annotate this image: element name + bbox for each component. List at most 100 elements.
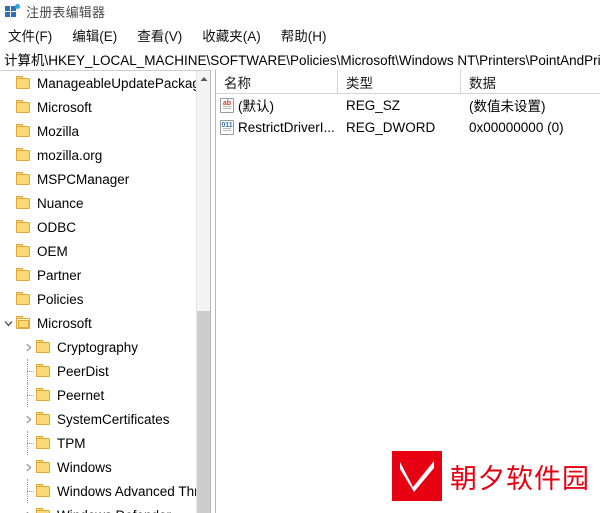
tree-indent-spacer bbox=[0, 143, 16, 167]
menu-favorites[interactable]: 收藏夹(A) bbox=[202, 25, 261, 45]
folder-icon bbox=[16, 244, 32, 258]
folder-icon bbox=[16, 268, 32, 282]
tree-indent-spacer bbox=[0, 335, 20, 359]
menu-edit[interactable]: 编辑(E) bbox=[72, 25, 117, 45]
tree-node-oem[interactable]: OEM bbox=[0, 239, 196, 263]
tree-node-label: Windows Defender bbox=[57, 508, 173, 513]
tree-node-microsoft[interactable]: Microsoft bbox=[0, 95, 196, 119]
tree-indent-spacer bbox=[0, 383, 20, 407]
folder-icon bbox=[36, 388, 52, 402]
tree-node-tpm[interactable]: TPM bbox=[0, 431, 196, 455]
folder-icon bbox=[16, 196, 32, 210]
value-data-cell: 0x00000000 (0) bbox=[469, 119, 564, 135]
tree-node-peernet[interactable]: Peernet bbox=[0, 383, 196, 407]
window-title: 注册表编辑器 bbox=[26, 4, 106, 20]
registry-tree[interactable]: ManageableUpdatePackage Microsoft Mozilla m… bbox=[0, 71, 207, 513]
tree-node-label: MSPCManager bbox=[37, 171, 130, 187]
tree-indent-spacer bbox=[0, 167, 16, 191]
folder-icon bbox=[16, 148, 32, 162]
tree-node-label: ODBC bbox=[37, 219, 77, 235]
tree-node-microsoft[interactable]: Microsoft bbox=[0, 311, 196, 335]
values-column-header: 名称 类型 数据 bbox=[216, 70, 600, 94]
chevron-right-icon[interactable] bbox=[20, 407, 36, 431]
chevron-down-icon[interactable] bbox=[0, 311, 16, 335]
tree-connector bbox=[20, 383, 36, 407]
tree-node-label: Nuance bbox=[37, 195, 84, 211]
folder-icon bbox=[36, 340, 52, 354]
tree-node-label: Partner bbox=[37, 267, 82, 283]
tree-node-label: TPM bbox=[57, 435, 86, 451]
tree-node-windows[interactable]: Windows bbox=[0, 455, 196, 479]
menu-help[interactable]: 帮助(H) bbox=[281, 25, 327, 45]
tree-indent-spacer bbox=[0, 239, 16, 263]
folder-icon bbox=[36, 412, 52, 426]
tree-connector bbox=[20, 431, 36, 455]
chevron-right-icon[interactable] bbox=[20, 455, 36, 479]
value-name-text: (默认) bbox=[238, 99, 274, 114]
tree-indent-spacer bbox=[0, 287, 16, 311]
tree-indent-spacer bbox=[0, 479, 20, 503]
folder-icon bbox=[36, 508, 52, 513]
tree-indent-spacer bbox=[0, 119, 16, 143]
folder-icon bbox=[16, 292, 32, 306]
folder-icon bbox=[16, 124, 32, 138]
tree-node-odbc[interactable]: ODBC bbox=[0, 215, 196, 239]
tree-node-label: Microsoft bbox=[37, 315, 92, 331]
tree-node-label: mozilla.org bbox=[37, 147, 103, 163]
tree-node-windows-advanced-thre[interactable]: Windows Advanced Thre bbox=[0, 479, 206, 503]
menu-file[interactable]: 文件(F) bbox=[8, 25, 52, 45]
tree-node-cryptography[interactable]: Cryptography bbox=[0, 335, 196, 359]
column-header-data[interactable]: 数据 bbox=[461, 70, 600, 94]
tree-scrollbar[interactable] bbox=[196, 71, 210, 513]
tree-node-label: Microsoft bbox=[37, 99, 92, 115]
tree-node-mozilla[interactable]: Mozilla bbox=[0, 119, 196, 143]
tree-scrollbar-thumb[interactable] bbox=[197, 311, 210, 513]
tree-indent-spacer bbox=[0, 191, 16, 215]
menu-view[interactable]: 查看(V) bbox=[137, 25, 182, 45]
chevron-right-icon[interactable] bbox=[20, 503, 36, 513]
tree-node-mspcmanager[interactable]: MSPCManager bbox=[0, 167, 196, 191]
address-path: 计算机\HKEY_LOCAL_MACHINE\SOFTWARE\Policies… bbox=[4, 53, 600, 68]
value-name-cell: 011 RestrictDriverI... bbox=[216, 116, 338, 138]
values-list[interactable]: ab (默认) REG_SZ (数值未设置) 011 RestrictDriverI...… bbox=[216, 94, 600, 138]
value-type-cell: REG_DWORD bbox=[346, 119, 436, 135]
tree-node-partner[interactable]: Partner bbox=[0, 263, 196, 287]
tree-node-policies[interactable]: Policies bbox=[0, 287, 196, 311]
dword-value-icon: 011 bbox=[220, 119, 234, 135]
address-bar[interactable]: 计算机\HKEY_LOCAL_MACHINE\SOFTWARE\Policies… bbox=[0, 48, 600, 70]
scroll-up-arrow[interactable] bbox=[197, 71, 210, 87]
tree-indent-spacer bbox=[0, 503, 20, 513]
chevron-right-icon[interactable] bbox=[20, 335, 36, 359]
tree-node-manageableupdatepackage[interactable]: ManageableUpdatePackage bbox=[0, 71, 207, 95]
tree-node-label: Policies bbox=[37, 291, 84, 307]
registry-tree-pane: ManageableUpdatePackage Microsoft Mozilla m… bbox=[0, 70, 210, 513]
tree-indent-spacer bbox=[0, 71, 16, 95]
tree-node-peerdist[interactable]: PeerDist bbox=[0, 359, 196, 383]
tree-node-mozilla-org[interactable]: mozilla.org bbox=[0, 143, 196, 167]
tree-node-systemcertificates[interactable]: SystemCertificates bbox=[0, 407, 196, 431]
tree-indent-spacer bbox=[0, 407, 20, 431]
string-value-icon: ab bbox=[220, 97, 234, 113]
tree-node-label: Windows Advanced Thre bbox=[57, 483, 207, 499]
brand-name: 朝夕软件园 bbox=[450, 463, 590, 494]
brand-logo: 朝夕软件园 bbox=[392, 451, 590, 501]
tree-indent-spacer bbox=[0, 95, 16, 119]
checkmark-icon bbox=[392, 451, 442, 501]
tree-node-label: Mozilla bbox=[37, 123, 80, 139]
column-header-name[interactable]: 名称 bbox=[216, 70, 338, 94]
value-data-cell: (数值未设置) bbox=[469, 99, 546, 114]
tree-node-windows-defender[interactable]: Windows Defender bbox=[0, 503, 196, 513]
table-row[interactable]: 011 RestrictDriverI... REG_DWORD 0x00000000… bbox=[216, 116, 600, 138]
tree-connector bbox=[20, 359, 36, 383]
folder-icon bbox=[36, 436, 52, 450]
tree-node-nuance[interactable]: Nuance bbox=[0, 191, 196, 215]
title-bar: 注册表编辑器 bbox=[0, 0, 600, 22]
folder-open-icon bbox=[16, 316, 32, 330]
value-name-cell: ab (默认) bbox=[216, 94, 338, 116]
table-row[interactable]: ab (默认) REG_SZ (数值未设置) bbox=[216, 94, 600, 116]
folder-icon bbox=[16, 172, 32, 186]
tree-node-label: Windows bbox=[57, 459, 112, 475]
tree-node-label: Cryptography bbox=[57, 339, 139, 355]
column-header-type[interactable]: 类型 bbox=[338, 70, 461, 94]
folder-icon bbox=[36, 364, 52, 378]
